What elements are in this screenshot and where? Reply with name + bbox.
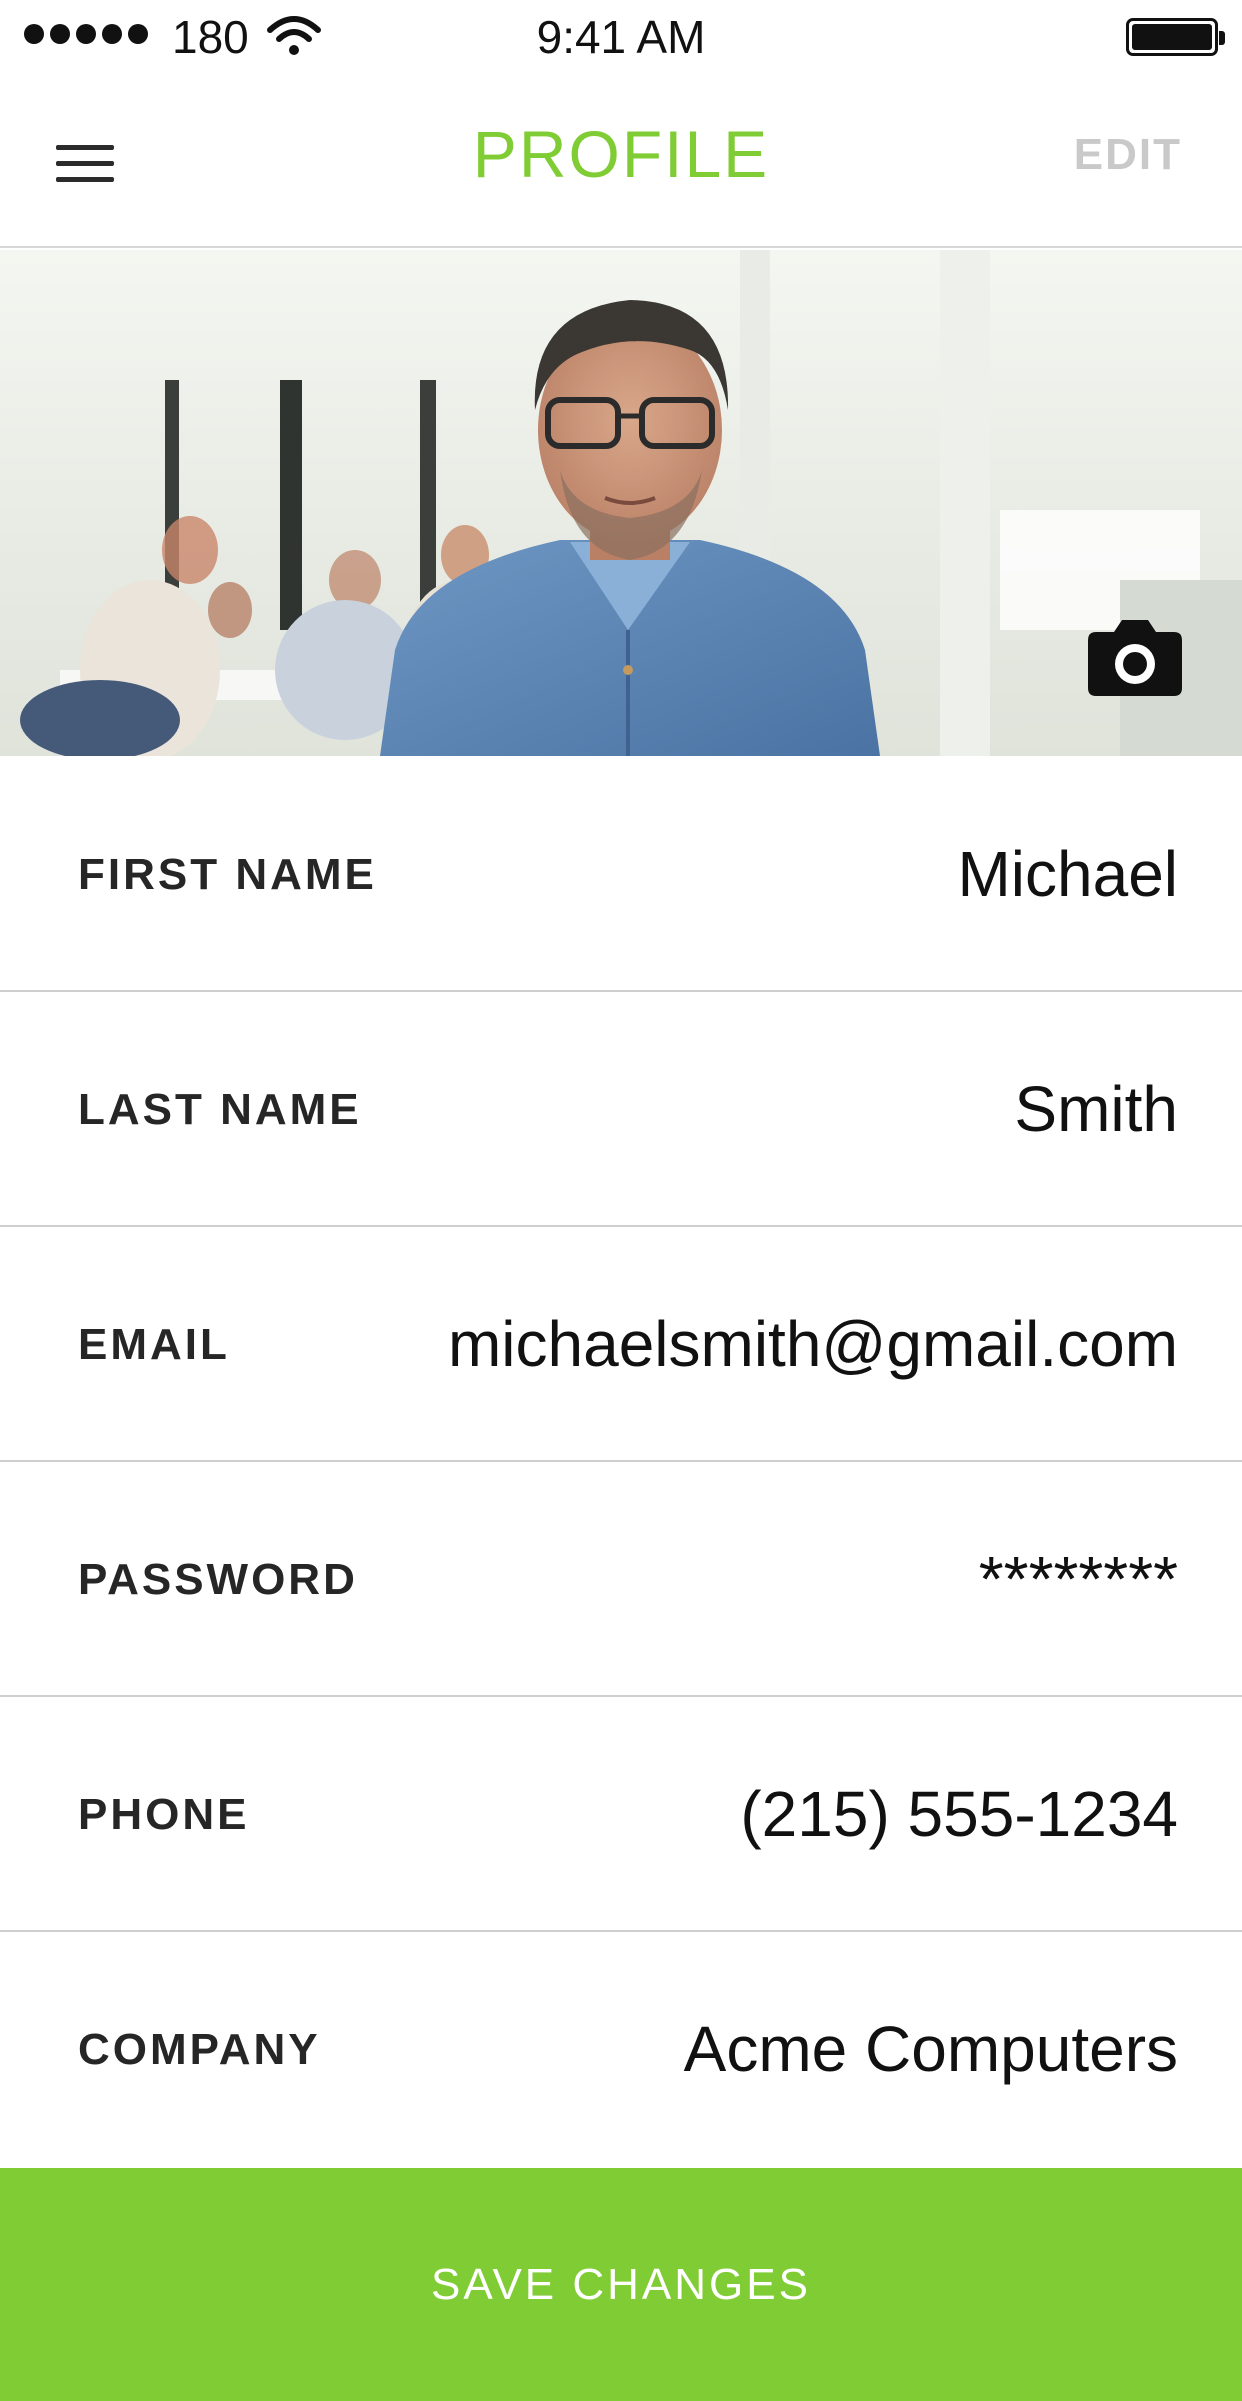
password-row[interactable]: PASSWORD ******** <box>0 1462 1242 1697</box>
phone-field[interactable]: (215) 555-1234 <box>740 1697 1178 1932</box>
profile-fields: FIRST NAME Michael LAST NAME Smith EMAIL… <box>0 757 1242 2167</box>
camera-icon[interactable] <box>1080 604 1190 704</box>
email-label: EMAIL <box>78 1320 230 1369</box>
save-changes-button[interactable]: SAVE CHANGES <box>0 2168 1242 2401</box>
status-bar: 180 9:41 AM <box>0 0 1242 72</box>
email-row[interactable]: EMAIL michaelsmith@gmail.com <box>0 1227 1242 1462</box>
edit-button[interactable]: EDIT <box>1074 130 1182 180</box>
phone-label: PHONE <box>78 1790 250 1839</box>
last-name-field[interactable]: Smith <box>1014 992 1178 1227</box>
page-title: PROFILE <box>472 117 770 191</box>
profile-photo <box>0 250 1242 756</box>
password-field[interactable]: ******** <box>979 1462 1178 1697</box>
company-row[interactable]: COMPANY Acme Computers <box>0 1932 1242 2167</box>
last-name-row[interactable]: LAST NAME Smith <box>0 992 1242 1227</box>
email-field[interactable]: michaelsmith@gmail.com <box>448 1227 1178 1462</box>
company-label: COMPANY <box>78 2025 321 2074</box>
first-name-label: FIRST NAME <box>78 850 377 899</box>
first-name-row[interactable]: FIRST NAME Michael <box>0 757 1242 992</box>
save-changes-label: SAVE CHANGES <box>431 2259 811 2309</box>
password-label: PASSWORD <box>78 1555 358 1604</box>
phone-row[interactable]: PHONE (215) 555-1234 <box>0 1697 1242 1932</box>
company-field[interactable]: Acme Computers <box>684 1932 1178 2167</box>
status-time: 9:41 AM <box>536 11 706 63</box>
last-name-label: LAST NAME <box>78 1085 362 1134</box>
battery-icon <box>1126 18 1225 56</box>
profile-photo-image <box>0 250 1242 756</box>
nav-bar: PROFILE EDIT <box>0 72 1242 248</box>
first-name-field[interactable]: Michael <box>957 757 1178 992</box>
